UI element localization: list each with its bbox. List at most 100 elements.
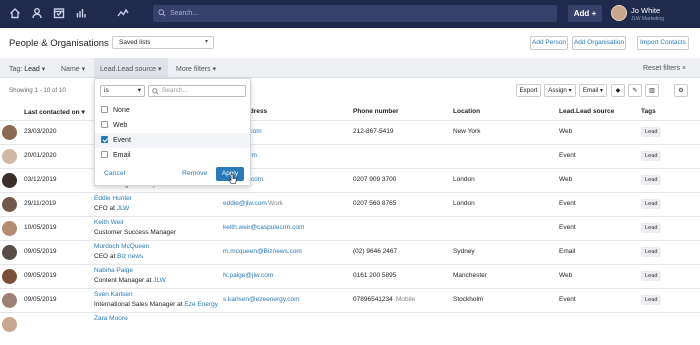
filter-lead-source[interactable]: Lead.Lead source ▾: [94, 58, 168, 78]
global-search-input[interactable]: Search...: [153, 5, 557, 22]
chevron-down-icon: ▾: [204, 39, 208, 45]
column-phone[interactable]: Phone number: [353, 108, 399, 115]
user-organisation: JLW Marketing: [631, 16, 664, 22]
tag-badge[interactable]: Lead: [641, 151, 662, 161]
search-icon: [152, 88, 159, 95]
bar-chart-icon[interactable]: [74, 7, 88, 21]
email-button[interactable]: Email ▾: [579, 84, 607, 97]
saved-lists-select[interactable]: Saved lists ▾: [112, 36, 214, 49]
location-text: London: [453, 176, 475, 183]
option-event[interactable]: Event: [95, 133, 250, 148]
edit-icon[interactable]: ✎: [628, 84, 642, 97]
avatar[interactable]: [2, 293, 17, 308]
column-last-contacted[interactable]: Last contacted on ▾: [24, 108, 85, 116]
option-web[interactable]: Web: [95, 118, 250, 133]
trend-icon[interactable]: [116, 7, 130, 21]
operator-select[interactable]: is ▾: [100, 85, 145, 97]
option-email[interactable]: Email: [95, 148, 250, 163]
phone-number[interactable]: 0207 909 3700: [353, 176, 396, 183]
contact-name-link[interactable]: Zara Moore: [94, 315, 128, 322]
avatar[interactable]: [2, 269, 17, 284]
home-icon[interactable]: [8, 7, 22, 21]
email-link[interactable]: eddie@jlw.com: [223, 200, 267, 207]
company-link[interactable]: JLW: [153, 277, 166, 284]
phone-number[interactable]: (02) 9646 2467: [353, 248, 397, 255]
avatar[interactable]: [2, 197, 17, 212]
calendar-icon[interactable]: [52, 7, 66, 21]
email-link[interactable]: N.paige@jlw.com: [223, 272, 273, 279]
option-label: None: [113, 107, 130, 114]
company-link[interactable]: Biz news: [117, 253, 143, 260]
tag-badge[interactable]: Lead: [641, 247, 662, 257]
import-contacts-button[interactable]: Import Contacts: [637, 36, 689, 50]
contact-name-link[interactable]: Nabiha Paige: [94, 267, 133, 274]
last-contacted-date: 29/11/2019: [24, 200, 57, 207]
avatar[interactable]: [2, 125, 17, 140]
phone-number[interactable]: 07896541234: [353, 296, 393, 303]
assign-label: Assign: [548, 87, 567, 94]
tag-badge[interactable]: Lead: [641, 271, 662, 281]
remove-button[interactable]: Remove: [182, 170, 207, 177]
add-organisation-button[interactable]: Add Organisation: [572, 36, 626, 50]
tag-badge[interactable]: Lead: [641, 127, 662, 137]
avatar[interactable]: [2, 173, 17, 188]
phone-number[interactable]: 212-867-5419: [353, 128, 393, 135]
cursor-pointer-icon: [228, 173, 237, 184]
cancel-button[interactable]: Cancel: [104, 170, 125, 177]
contact-job-title: CEO at Biz news: [94, 253, 143, 260]
last-contacted-date: 20/01/2020: [24, 152, 57, 159]
filter-tag[interactable]: Tag: Lead ▾: [9, 65, 45, 73]
checkbox-icon[interactable]: [101, 150, 108, 158]
job-title-text: Customer Success Manager: [94, 229, 177, 236]
contact-name-link[interactable]: Murdoch McQueen: [94, 243, 149, 250]
avatar[interactable]: [2, 221, 17, 236]
email-link[interactable]: keith.weir@caspulecrm.com: [223, 224, 304, 231]
trash-icon[interactable]: ▥: [645, 84, 659, 97]
tag-badge[interactable]: Lead: [641, 175, 662, 185]
add-button[interactable]: Add +: [568, 5, 602, 22]
checkbox-icon[interactable]: [101, 135, 108, 143]
email-link[interactable]: m.mcqueen@Biznews.com: [223, 248, 302, 255]
tag-badge[interactable]: Lead: [641, 295, 662, 305]
column-lead-source[interactable]: Lead.Lead source: [559, 108, 614, 115]
chevron-down-icon: ▾: [81, 66, 86, 73]
column-location[interactable]: Location: [453, 108, 480, 115]
location-text: London: [453, 200, 475, 207]
option-none[interactable]: None: [95, 103, 250, 118]
checkbox-icon[interactable]: [101, 120, 108, 128]
filter-more[interactable]: More filters ▾: [176, 65, 216, 73]
lead-source-value: Event: [559, 200, 576, 207]
contact-name-link[interactable]: Sven Karlsen: [94, 291, 133, 298]
assign-button[interactable]: Assign ▾: [544, 84, 576, 97]
export-button[interactable]: Export: [516, 84, 541, 97]
add-button-label: Add: [573, 9, 590, 18]
company-link[interactable]: Eze Energy: [184, 301, 218, 308]
user-avatar[interactable]: [611, 5, 627, 21]
chevron-down-icon: ▾: [568, 87, 572, 94]
dropdown-search-input[interactable]: Search...: [148, 85, 246, 97]
column-tags[interactable]: Tags: [641, 108, 656, 115]
avatar[interactable]: [2, 317, 17, 332]
person-icon[interactable]: [30, 7, 44, 21]
filter-name[interactable]: Name ▾: [61, 65, 85, 73]
avatar[interactable]: [2, 149, 17, 164]
phone-number[interactable]: 0207 560 8765: [353, 200, 396, 207]
email-link[interactable]: s.karlsen@ezeenergy.com: [223, 296, 300, 303]
contact-name-link[interactable]: Keith Weir: [94, 219, 124, 226]
tag-badge[interactable]: Lead: [641, 199, 662, 209]
user-name[interactable]: Jo White: [631, 6, 660, 15]
filter-more-label: More filters: [176, 66, 211, 73]
reset-filters-link[interactable]: Reset filters ×: [643, 65, 686, 72]
tag-badge[interactable]: Lead: [641, 223, 662, 233]
checkbox-icon[interactable]: [101, 105, 108, 113]
settings-gear-icon[interactable]: ⚙: [674, 84, 688, 97]
avatar[interactable]: [2, 245, 17, 260]
phone-number[interactable]: 0161 200 5895: [353, 272, 396, 279]
reset-filters-label: Reset filters: [643, 65, 680, 72]
tag-icon[interactable]: ◆: [611, 84, 625, 97]
last-contacted-date: 23/03/2020: [24, 128, 57, 135]
add-person-button[interactable]: Add Person: [530, 36, 568, 50]
contact-name-link[interactable]: Eddie Hunter: [94, 195, 132, 202]
company-link[interactable]: JLW: [117, 205, 130, 212]
last-contacted-date: 10/05/2019: [24, 224, 57, 231]
